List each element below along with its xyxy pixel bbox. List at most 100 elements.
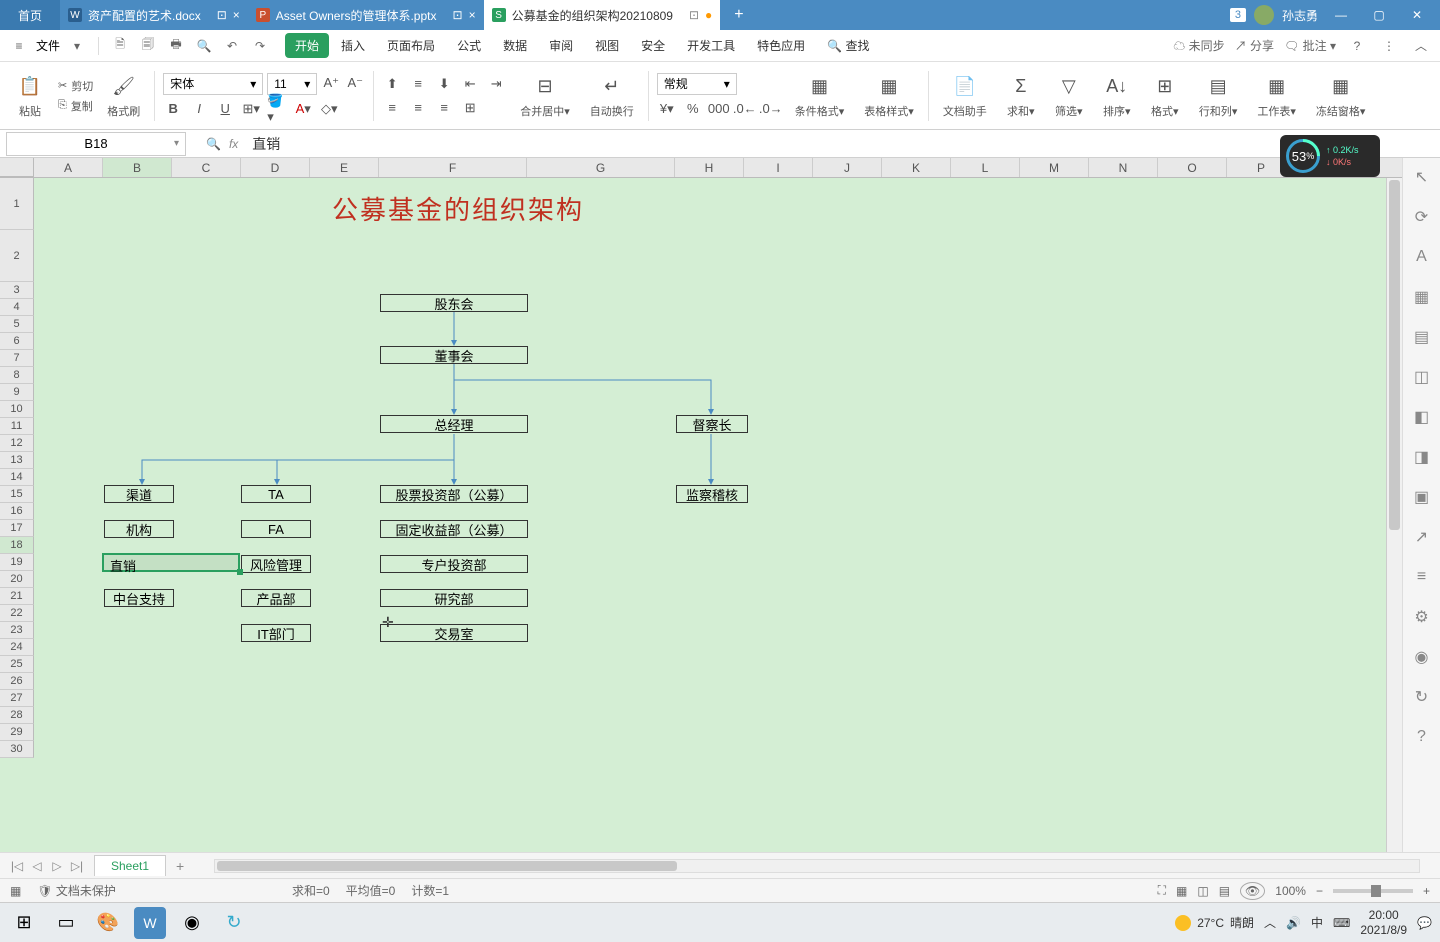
tab-start[interactable]: 开始	[285, 33, 329, 58]
number-format-select[interactable]: 常规▾	[657, 73, 737, 95]
decrease-font-icon[interactable]: A⁻	[345, 73, 365, 93]
format-button[interactable]: ⊞ 格式▾	[1145, 66, 1185, 126]
align-bottom-icon[interactable]: ⬇	[434, 74, 454, 94]
history-icon[interactable]: ↻	[1411, 686, 1433, 708]
indent-left-icon[interactable]: ⇤	[460, 74, 480, 94]
row-header[interactable]: 6	[0, 333, 34, 350]
formula-input[interactable]: 直销	[252, 134, 280, 154]
notification-badge[interactable]: 3	[1230, 8, 1246, 22]
sum-button[interactable]: Σ 求和▾	[1001, 66, 1041, 126]
row-header[interactable]: 19	[0, 554, 34, 571]
row-header[interactable]: 28	[0, 707, 34, 724]
minimize-button[interactable]: —	[1326, 0, 1356, 30]
currency-icon[interactable]: ¥▾	[657, 99, 677, 119]
col-header[interactable]: A	[34, 158, 103, 177]
col-header[interactable]: O	[1158, 158, 1227, 177]
row-header[interactable]: 20	[0, 571, 34, 588]
fill-color-button[interactable]: 🪣▾	[267, 99, 287, 119]
redo-icon[interactable]: ↷	[249, 35, 271, 57]
annotate-button[interactable]: 🗨 批注 ▾	[1284, 37, 1336, 54]
col-header[interactable]: H	[675, 158, 744, 177]
volume-icon[interactable]: 🔊	[1286, 916, 1301, 930]
chart-icon[interactable]: ◫	[1411, 366, 1433, 388]
row-header[interactable]: 18	[0, 537, 34, 554]
table-style-button[interactable]: ▦ 表格样式▾	[858, 66, 920, 126]
tab-review[interactable]: 审阅	[539, 33, 583, 58]
protect-status[interactable]: 🛡 文档未保护	[37, 882, 116, 899]
notifications-icon[interactable]: 💬	[1417, 916, 1432, 930]
eye-icon[interactable]: 👁	[1240, 882, 1265, 900]
table-icon[interactable]: ▦	[1411, 286, 1433, 308]
zoom-level[interactable]: 100%	[1275, 884, 1306, 898]
tab-special[interactable]: 特色应用	[747, 33, 815, 58]
align-left-icon[interactable]: ≡	[382, 98, 402, 118]
row-header[interactable]: 7	[0, 350, 34, 367]
format-painter-button[interactable]: 🖌 格式刷	[101, 66, 146, 126]
chevron-down-icon[interactable]: ▾	[66, 35, 88, 57]
percent-icon[interactable]: %	[683, 99, 703, 119]
help-icon[interactable]: ?	[1346, 35, 1368, 57]
tab-insert[interactable]: 插入	[331, 33, 375, 58]
row-header[interactable]: 3	[0, 282, 34, 299]
tab-doc-1[interactable]: W 资产配置的艺术.docx ⊡ ×	[60, 0, 248, 30]
col-header[interactable]: J	[813, 158, 882, 177]
increase-font-icon[interactable]: A⁺	[321, 73, 341, 93]
row-header[interactable]: 15	[0, 486, 34, 503]
col-header[interactable]: B	[103, 158, 172, 177]
row-header[interactable]: 2	[0, 230, 34, 282]
collapse-ribbon-icon[interactable]: ︿	[1410, 35, 1432, 57]
more-icon[interactable]: ⋮	[1378, 35, 1400, 57]
tab-x[interactable]: ×	[469, 8, 476, 22]
print-icon[interactable]: 🖶	[165, 35, 187, 57]
row-header[interactable]: 1	[0, 178, 34, 230]
tab-devtools[interactable]: 开发工具	[677, 33, 745, 58]
row-header[interactable]: 11	[0, 418, 34, 435]
tab-x[interactable]: ×	[233, 8, 240, 22]
align-center-icon[interactable]: ≡	[408, 98, 428, 118]
clear-format-button[interactable]: ◇▾	[319, 99, 339, 119]
tab-pagelayout[interactable]: 页面布局	[377, 33, 445, 58]
row-header[interactable]: 26	[0, 673, 34, 690]
magnify-icon[interactable]: 🔍	[206, 137, 221, 151]
italic-button[interactable]: I	[189, 99, 209, 119]
row-header[interactable]: 13	[0, 452, 34, 469]
row-header[interactable]: 30	[0, 741, 34, 758]
network-monitor-widget[interactable]: 53% ↑ 0.2K/s ↓ 0K/s	[1280, 135, 1380, 177]
task-view-icon[interactable]: ▭	[50, 907, 82, 939]
save-as-icon[interactable]: 🗐	[137, 35, 159, 57]
help-icon[interactable]: ?	[1411, 726, 1433, 748]
view-normal-icon[interactable]: ▦	[1176, 884, 1187, 898]
row-header[interactable]: 10	[0, 401, 34, 418]
font-color-button[interactable]: A▾	[293, 99, 313, 119]
view-page-icon[interactable]: ◫	[1197, 884, 1208, 898]
row-header[interactable]: 29	[0, 724, 34, 741]
paste-group[interactable]: 📋 粘贴	[10, 66, 50, 126]
vertical-scrollbar[interactable]	[1386, 178, 1402, 852]
close-icon[interactable]: ⊡	[217, 8, 227, 22]
new-tab-button[interactable]: +	[720, 6, 757, 24]
freeze-button[interactable]: ▦ 冻结窗格▾	[1310, 66, 1372, 126]
worksheet-button[interactable]: ▦ 工作表▾	[1251, 66, 1302, 126]
tab-data[interactable]: 数据	[493, 33, 537, 58]
row-header[interactable]: 4	[0, 299, 34, 316]
close-icon[interactable]: ⊡	[453, 8, 463, 22]
fx-icon[interactable]: fx	[229, 137, 238, 151]
comma-icon[interactable]: 000	[709, 99, 729, 119]
close-icon[interactable]: ⊡	[689, 8, 699, 22]
add-sheet-button[interactable]: +	[166, 858, 194, 874]
row-header[interactable]: 23	[0, 622, 34, 639]
palette-icon[interactable]: ◨	[1411, 446, 1433, 468]
align-middle-icon[interactable]: ≡	[408, 74, 428, 94]
tab-formula[interactable]: 公式	[447, 33, 491, 58]
border-button[interactable]: ⊞▾	[241, 99, 261, 119]
row-header[interactable]: 25	[0, 656, 34, 673]
reload-icon[interactable]: ⟳	[1411, 206, 1433, 228]
row-header[interactable]: 16	[0, 503, 34, 520]
dec-decimal-icon[interactable]: .0→	[761, 99, 781, 119]
app-icon-2[interactable]: ↻	[218, 907, 250, 939]
wrap-text-button[interactable]: ↵ 自动换行	[584, 66, 640, 126]
app-icon-1[interactable]: 🎨	[92, 907, 124, 939]
row-header[interactable]: 5	[0, 316, 34, 333]
row-header[interactable]: 12	[0, 435, 34, 452]
align-top-icon[interactable]: ⬆	[382, 74, 402, 94]
